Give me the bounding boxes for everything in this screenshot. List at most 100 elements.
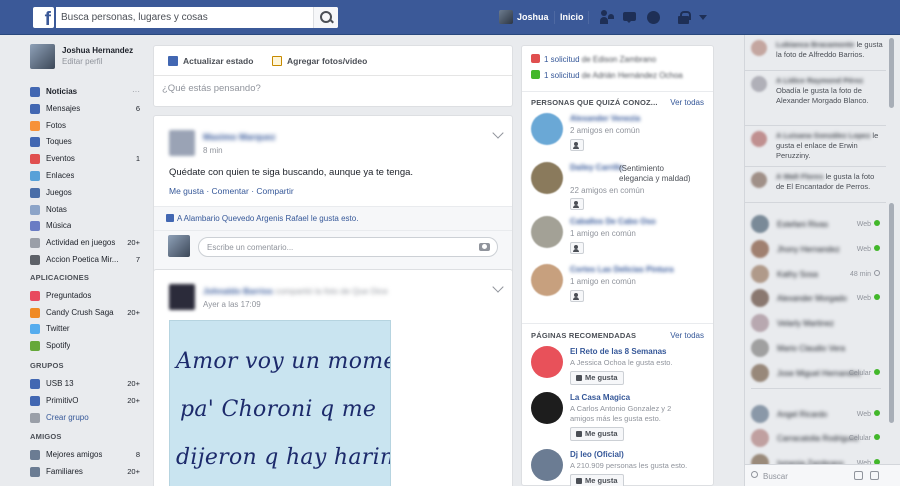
chat-contact[interactable]: Alexander Morgado Web (745, 286, 886, 311)
page-avatar[interactable] (531, 392, 563, 424)
ticker-text: A Luisana González Lopez le gusta el enl… (776, 131, 884, 161)
sidebar-item-juegos[interactable]: Juegos (30, 185, 144, 200)
sidebar-item-twitter[interactable]: Twitter (30, 321, 144, 336)
post-author-name[interactable]: Maximo Marquez (203, 132, 276, 142)
contact-avatar (751, 264, 769, 283)
sidebar-item-actividad-en-juegos[interactable]: Actividad en juegos 20+ (30, 235, 144, 250)
chat-contact[interactable]: Jhony Hernandez Web (745, 237, 886, 262)
edit-profile-link[interactable]: Editar perfil (62, 57, 102, 66)
sidebar-item-enlaces[interactable]: Enlaces (30, 168, 144, 183)
new-message-icon[interactable] (854, 471, 863, 480)
page-avatar[interactable] (531, 346, 563, 378)
sidebar-item-usb-13[interactable]: USB 13 20+ (30, 376, 144, 391)
privacy-lock-icon[interactable] (677, 10, 693, 25)
ticker-story[interactable]: A Walt Flores le gusta la foto de El Enc… (745, 167, 886, 203)
sidebar-item-preguntados[interactable]: Preguntados (30, 288, 144, 303)
post-author-name[interactable]: Johnaldo Barrios (203, 286, 273, 296)
add-friend-button[interactable] (570, 198, 584, 210)
chat-contact[interactable]: Velarly Martinez (745, 311, 886, 336)
post-timestamp[interactable]: Ayer a las 17:09 (203, 300, 261, 309)
more-options-icon[interactable]: ··· (132, 84, 140, 99)
like-page-button[interactable]: Me gusta (570, 474, 624, 486)
post-image[interactable]: Amor voy un momentico pa' Choroni q me d… (169, 320, 391, 486)
suggested-person-name[interactable]: Cortes Las Delicias Pintura (570, 265, 674, 274)
sidebar-item-spotify[interactable]: Spotify (30, 338, 144, 353)
see-all-people-link[interactable]: Ver todas (670, 98, 704, 107)
suggested-person-avatar[interactable] (531, 264, 563, 296)
account-menu-chevron-down-icon[interactable] (699, 15, 707, 24)
sidebar-item-fotos[interactable]: Fotos (30, 118, 144, 133)
suggested-person-name[interactable]: Caballos De Cabo Oso (570, 217, 656, 226)
divider (154, 230, 512, 231)
suggested-person-name[interactable]: Alexander Venezia (570, 114, 640, 123)
post-author-avatar[interactable] (169, 284, 195, 310)
post-options-chevron-icon[interactable] (492, 281, 504, 293)
messages-icon[interactable] (623, 10, 639, 25)
suggested-person-avatar[interactable] (531, 113, 563, 145)
profile-link[interactable]: Joshua (517, 12, 549, 22)
friend-request-item[interactable]: 1 solicitud de Edison Zambrano (531, 54, 656, 64)
ticker-story[interactable]: A Luisana González Lopez le gusta el enl… (745, 126, 886, 167)
status-input[interactable] (162, 83, 502, 94)
chat-sidebar: Lubianca Bracamonte le gusta la foto de … (744, 35, 900, 486)
suggested-person-name[interactable]: Dailey Carrillo (570, 163, 624, 172)
friend-requests-icon[interactable] (600, 10, 616, 25)
add-friend-button[interactable] (570, 242, 584, 254)
like-page-button[interactable]: Me gusta (570, 371, 624, 385)
facebook-logo-icon[interactable]: f (33, 7, 54, 28)
tab-add-photo-video[interactable]: Agregar fotos/video (272, 56, 367, 66)
chat-contact[interactable]: Estefani Rivas Web (745, 212, 886, 237)
sidebar-item-candy-crush-saga[interactable]: Candy Crush Saga 20+ (30, 305, 144, 320)
add-friend-button[interactable] (570, 290, 584, 302)
ticker-story[interactable]: Lubianca Bracamonte le gusta la foto de … (745, 35, 886, 71)
chat-contact[interactable]: Mario Claudio Vera (745, 336, 886, 361)
ticker-scrollbar[interactable] (889, 38, 894, 108)
search-icon[interactable] (313, 7, 338, 28)
profile-name[interactable]: Joshua Hernandez (62, 46, 133, 55)
page-name[interactable]: Dj leo (Oficial) (570, 450, 624, 459)
page-name[interactable]: El Reto de las 8 Semanas (570, 347, 667, 356)
friend-request-item[interactable]: 1 solicitud de Adrián Hernández Ochoa (531, 70, 683, 80)
sidebar-item-musica[interactable]: Música (30, 218, 144, 233)
notifications-globe-icon[interactable] (646, 10, 662, 25)
suggested-person-avatar[interactable] (531, 162, 563, 194)
search-input[interactable] (56, 7, 311, 28)
post-author-avatar[interactable] (169, 130, 195, 156)
profile-avatar[interactable] (30, 44, 55, 69)
chat-contact[interactable]: Angel Ricardo Web (745, 402, 886, 427)
post-shared-text[interactable]: compartió la foto de Que Dice (275, 286, 387, 296)
sidebar-item-mensajes[interactable]: Mensajes 6 (30, 101, 144, 116)
chat-scrollbar[interactable] (889, 203, 894, 423)
chat-search-input[interactable] (763, 469, 833, 483)
page-name[interactable]: La Casa Magica (570, 393, 630, 402)
sidebar-item-eventos[interactable]: Eventos 1 (30, 151, 144, 166)
comment-input[interactable] (199, 238, 469, 256)
sidebar-item-primitivo[interactable]: PrimitivO 20+ (30, 393, 144, 408)
sidebar-item-noticias[interactable]: Noticias ··· (30, 84, 144, 99)
camera-icon[interactable] (479, 243, 490, 251)
chat-contact[interactable]: Jose Miguel Hernandez Celular (745, 361, 886, 386)
see-all-pages-link[interactable]: Ver todas (670, 331, 704, 340)
page-avatar[interactable] (531, 449, 563, 481)
chat-contact[interactable]: Carracatolia Rodriguez Celular (745, 426, 886, 451)
add-friend-button[interactable] (570, 139, 584, 151)
sidebar-item-mejores-amigos[interactable]: Mejores amigos 8 (30, 447, 144, 462)
suggested-person-avatar[interactable] (531, 216, 563, 248)
user-avatar[interactable] (499, 10, 513, 24)
sidebar-item-familiares[interactable]: Familiares 20+ (30, 464, 144, 479)
ticker-story[interactable]: A Lídice Raymond Pérez Obadía le gusta l… (745, 71, 886, 126)
post-timestamp[interactable]: 8 min (203, 146, 223, 155)
post-actions[interactable]: Me gusta · Comentar · Compartir (169, 186, 294, 196)
like-page-button[interactable]: Me gusta (570, 427, 624, 441)
post-likes-summary[interactable]: A Alambario Quevedo Argenis Rafael le gu… (166, 214, 358, 223)
search-box (56, 7, 338, 28)
sidebar-item-notas[interactable]: Notas (30, 202, 144, 217)
post-options-chevron-icon[interactable] (492, 127, 504, 139)
chat-contact[interactable]: Kathy Sosa 48 min (745, 262, 886, 287)
tab-update-status[interactable]: Actualizar estado (168, 56, 253, 66)
chat-settings-icon[interactable] (870, 471, 879, 480)
sidebar-item-toques[interactable]: Toques (30, 134, 144, 149)
sidebar-item-crear-grupo[interactable]: Crear grupo (30, 410, 144, 425)
sidebar-item-accion-poetica-mir[interactable]: Accion Poetica Mir... 7 (30, 252, 144, 267)
home-link[interactable]: Inicio (560, 12, 584, 22)
